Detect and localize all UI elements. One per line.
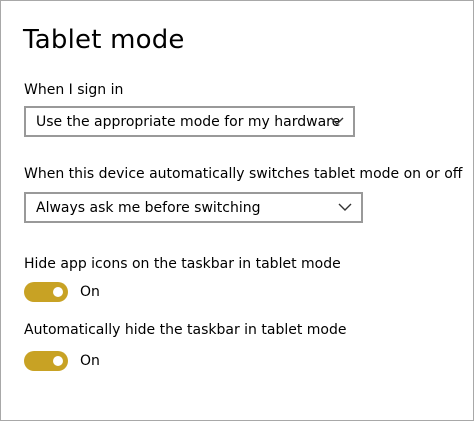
sign-in-mode-dropdown[interactable]: Use the appropriate mode for my hardware — [24, 106, 355, 137]
chevron-down-icon — [338, 203, 352, 211]
auto-switch-dropdown[interactable]: Always ask me before switching — [24, 192, 363, 223]
auto-switch-label: When this device automatically switches … — [24, 166, 463, 182]
hide-taskbar-state: On — [80, 353, 100, 369]
hide-icons-label: Hide app icons on the taskbar in tablet … — [24, 256, 341, 272]
hide-icons-toggle[interactable] — [24, 282, 68, 302]
hide-icons-state: On — [80, 284, 100, 300]
settings-panel: Tablet mode When I sign in Use the appro… — [0, 0, 474, 421]
page-title: Tablet mode — [23, 25, 185, 55]
auto-switch-value: Always ask me before switching — [36, 200, 261, 216]
toggle-knob-icon — [53, 287, 63, 297]
chevron-down-icon — [330, 117, 344, 125]
hide-taskbar-toggle[interactable] — [24, 351, 68, 371]
sign-in-label: When I sign in — [24, 82, 124, 98]
sign-in-mode-value: Use the appropriate mode for my hardware — [36, 114, 341, 130]
toggle-knob-icon — [53, 356, 63, 366]
hide-taskbar-label: Automatically hide the taskbar in tablet… — [24, 322, 347, 338]
